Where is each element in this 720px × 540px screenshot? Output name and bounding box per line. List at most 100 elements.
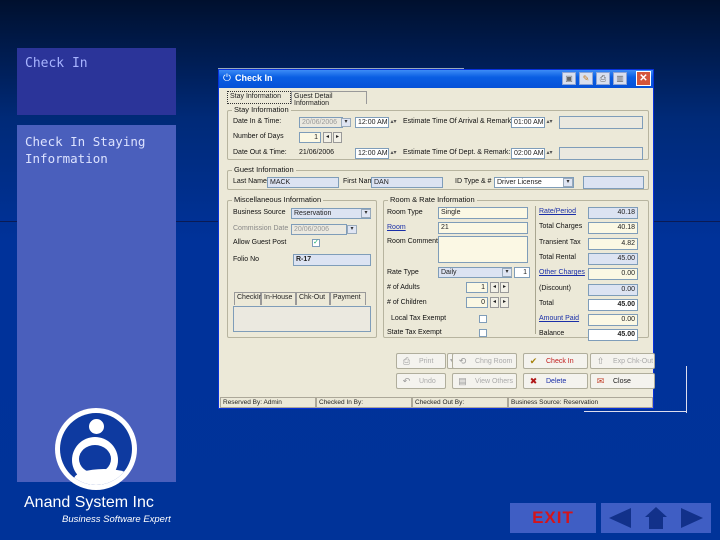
close-door-icon: ✉	[596, 376, 605, 386]
layout-icon[interactable]: ▥	[613, 72, 627, 85]
charge-label: (Discount)	[539, 284, 571, 292]
next-arrow-icon[interactable]	[681, 508, 703, 528]
subtab-payment[interactable]: Payment	[330, 292, 366, 305]
window-title: Check In	[235, 73, 273, 83]
close-icon[interactable]: ✕	[636, 71, 651, 86]
room-field[interactable]: 21	[438, 222, 528, 234]
increment-days-button[interactable]: ▸	[333, 132, 342, 143]
charge-value[interactable]: 40.18	[588, 222, 638, 235]
etd-remark-field[interactable]	[559, 147, 643, 160]
exit-button[interactable]: EXIT	[510, 503, 596, 533]
room-comment-label: Room Comment	[387, 238, 438, 245]
delete-button[interactable]: ✖ Delete	[523, 373, 588, 389]
charge-value[interactable]: 0.00	[588, 268, 638, 281]
charge-label[interactable]: Amount Paid	[539, 315, 579, 322]
charge-value[interactable]: 4.82	[588, 237, 638, 250]
express-checkout-icon: ⇧	[596, 356, 605, 366]
rate-type-select[interactable]: Daily	[438, 267, 512, 278]
id-type-select[interactable]: Driver License	[494, 177, 574, 188]
first-name-field[interactable]: DAN	[371, 177, 443, 188]
last-name-field[interactable]: MACK	[267, 177, 339, 188]
rate-quantity-field[interactable]: 1	[514, 267, 530, 278]
etd-label: Estimate Time Of Dept. & Remark:	[403, 149, 511, 156]
subtab-in-house[interactable]: In-House	[261, 292, 296, 305]
status-bar: Reserved By: Admin Checked In By: Checke…	[219, 397, 653, 409]
business-source-select[interactable]: Reservation	[291, 208, 371, 219]
check-in-icon: ✔	[529, 356, 538, 366]
chevron-down-icon[interactable]: ▾	[502, 268, 512, 277]
close-button[interactable]: ✉ Close	[590, 373, 655, 389]
print-icon[interactable]: ⎙	[596, 72, 610, 85]
home-icon[interactable]	[645, 507, 667, 529]
charge-value[interactable]: 40.18	[588, 207, 638, 219]
room-link[interactable]: Room	[387, 224, 406, 231]
slide-navigation	[601, 503, 711, 533]
tab-guest-detail-information[interactable]: Guest Detail Information	[291, 91, 367, 107]
etd-time-field[interactable]: 02:00 AM	[511, 148, 545, 159]
decrement-days-button[interactable]: ◂	[323, 132, 332, 143]
state-tax-exempt-checkbox[interactable]	[479, 329, 487, 337]
charge-value[interactable]: 0.00	[588, 283, 638, 296]
subtab-chk-out[interactable]: Chk-Out	[296, 292, 330, 305]
adults-field[interactable]: 1	[466, 282, 488, 293]
chevron-down-icon[interactable]: ▾	[347, 225, 357, 234]
window-titlebar[interactable]: ⏻ Check In ▣ ✎ ⎙ ▥ ✕	[219, 70, 653, 88]
children-field[interactable]: 0	[466, 297, 488, 308]
view-others-icon: ▤	[458, 376, 467, 386]
charge-label: Transient Tax	[539, 238, 581, 246]
status-business-source: Business Source: Reservation	[508, 397, 653, 408]
exp-chk-out-button[interactable]: ⇧ Exp Chk-Out	[590, 353, 655, 369]
decrement-adults-button[interactable]: ◂	[490, 282, 499, 293]
time-out-spinner[interactable]: ▴▾	[389, 148, 398, 159]
eta-time-field[interactable]: 01:00 AM	[511, 117, 545, 128]
chevron-down-icon[interactable]: ▾	[563, 178, 573, 187]
charge-label[interactable]: Rate/Period	[539, 208, 576, 215]
time-in-field[interactable]: 12:00 AM	[355, 117, 389, 128]
decrement-children-button[interactable]: ◂	[490, 297, 499, 308]
edit-icon[interactable]: ✎	[579, 72, 593, 85]
time-out-field[interactable]: 12:00 AM	[355, 148, 389, 159]
charge-value[interactable]: 45.00	[588, 252, 638, 265]
eta-label: Estimate Time Of Arrival & Remark:	[403, 118, 514, 125]
date-in-field[interactable]: 20/06/2006	[299, 117, 343, 128]
allow-guest-post-checkbox[interactable]: ✓	[312, 239, 320, 247]
last-name-label: Last Name	[233, 178, 267, 185]
eta-remark-field[interactable]	[559, 116, 643, 129]
printer-icon: ⎙	[402, 356, 411, 366]
chevron-down-icon[interactable]: ▾	[341, 118, 351, 127]
subtab-checkin[interactable]: CheckIn	[234, 292, 263, 305]
increment-adults-button[interactable]: ▸	[500, 282, 509, 293]
charge-value[interactable]: 45.00	[588, 329, 638, 342]
status-checked-out-by: Checked Out By:	[412, 397, 508, 408]
tab-stay-information[interactable]: Stay Information	[227, 91, 291, 104]
room-type-field[interactable]: Single	[438, 207, 528, 219]
chevron-down-icon[interactable]: ▾	[361, 209, 371, 218]
folio-field[interactable]: R-17	[293, 254, 371, 266]
find-icon[interactable]: ▣	[562, 72, 576, 85]
etd-spinner[interactable]: ▴▾	[545, 148, 554, 159]
slide-subtitle: Check In Staying Information	[25, 134, 146, 166]
eta-spinner[interactable]: ▴▾	[545, 117, 554, 128]
company-tagline: Business Software Expert	[62, 514, 171, 525]
divider	[535, 206, 536, 334]
number-of-days-field[interactable]: 1	[299, 132, 321, 143]
increment-children-button[interactable]: ▸	[500, 297, 509, 308]
slide-title-box: Check In	[17, 48, 176, 115]
previous-arrow-icon[interactable]	[609, 508, 631, 528]
time-in-spinner[interactable]: ▴▾	[389, 117, 398, 128]
charge-value[interactable]: 0.00	[588, 314, 638, 327]
button-label: Delete	[546, 378, 567, 385]
commission-date-label: Commission Date	[233, 225, 289, 232]
commission-date-field[interactable]: 20/06/2006	[291, 224, 347, 235]
print-button[interactable]: ⎙ Print	[396, 353, 446, 369]
check-in-button[interactable]: ✔ Check In	[523, 353, 588, 369]
button-label: View Others	[475, 378, 513, 385]
room-comment-field[interactable]	[438, 236, 528, 263]
undo-button[interactable]: ↶ Undo	[396, 373, 446, 389]
id-number-field[interactable]	[583, 176, 644, 189]
view-others-button[interactable]: ▤ View Others	[452, 373, 517, 389]
local-tax-exempt-checkbox[interactable]	[479, 315, 487, 323]
chng-room-button[interactable]: ⟲ Chng Room	[452, 353, 517, 369]
charge-value[interactable]: 45.00	[588, 298, 638, 311]
charge-label[interactable]: Other Charges	[539, 269, 585, 276]
